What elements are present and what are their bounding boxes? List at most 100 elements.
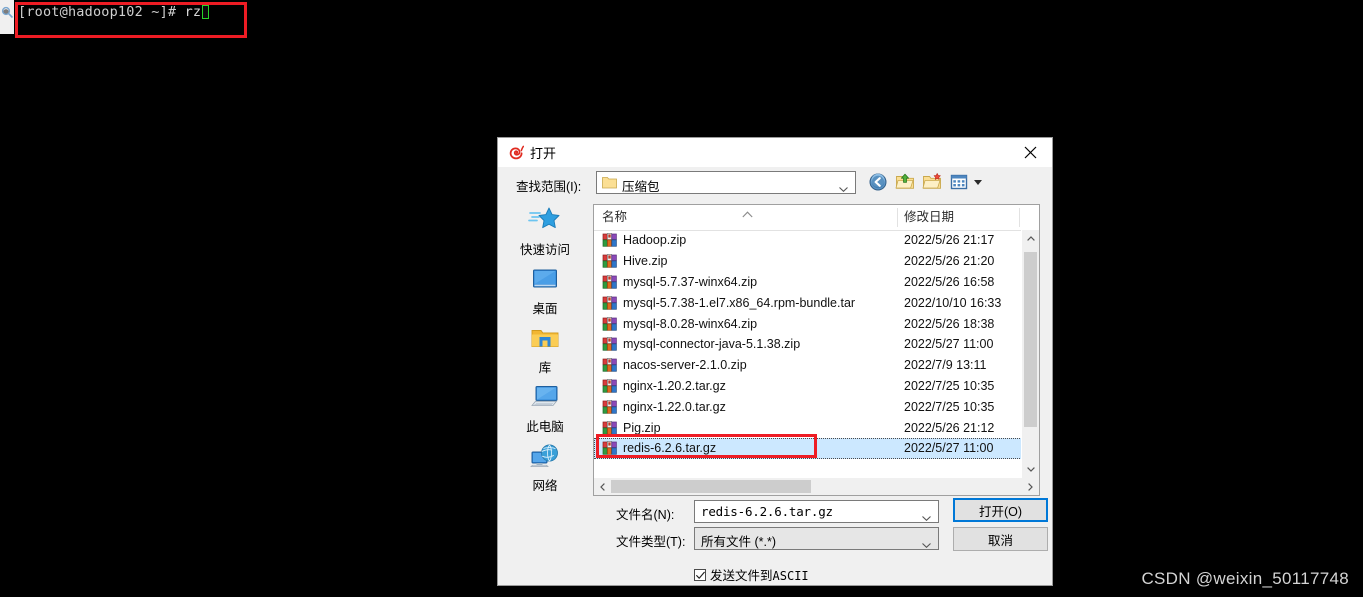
header-divider	[1019, 208, 1020, 227]
close-icon[interactable]	[1008, 138, 1052, 166]
winrar-archive-icon	[602, 399, 618, 415]
send-file-as-ascii-checkbox[interactable]: 发送文件到ASCII	[694, 565, 809, 584]
place-label: 快速访问	[519, 243, 570, 257]
new-folder-icon[interactable]	[922, 172, 942, 192]
folder-icon	[602, 176, 617, 189]
library-folder-icon	[528, 322, 562, 356]
file-row[interactable]: nginx-1.22.0.tar.gz 2022/7/25 10:35	[594, 396, 1022, 417]
cancel-button[interactable]: 取消	[953, 527, 1048, 551]
file-row[interactable]: Hadoop.zip 2022/5/26 21:17	[594, 230, 1022, 251]
dialog-toolbar	[868, 172, 982, 192]
column-header-date[interactable]: 修改日期	[904, 205, 954, 230]
column-header-name[interactable]: 名称	[602, 205, 627, 230]
file-name-cell: nacos-server-2.1.0.zip	[623, 358, 747, 373]
file-date-cell: 2022/5/26 21:17	[904, 233, 995, 248]
terminal-command-line: [root@hadoop102 ~]# rz	[18, 4, 210, 20]
file-name-cell: mysql-8.0.28-winx64.zip	[623, 316, 758, 331]
winrar-archive-icon	[602, 357, 618, 373]
scroll-right-icon[interactable]	[1022, 478, 1039, 495]
terminal-prompt: [root@hadoop102 ~]#	[18, 4, 185, 20]
look-in-label: 查找范围(I):	[516, 180, 582, 194]
header-divider	[897, 208, 898, 227]
file-row[interactable]: mysql-5.7.37-winx64.zip 2022/5/26 16:58	[594, 272, 1022, 293]
file-date-cell: 2022/7/9 13:11	[904, 358, 987, 373]
file-date-cell: 2022/5/27 11:00	[904, 337, 994, 352]
scroll-up-icon[interactable]	[1022, 230, 1039, 247]
file-name-cell: nginx-1.20.2.tar.gz	[623, 378, 726, 393]
look-in-value: 压缩包	[622, 180, 660, 194]
winrar-archive-icon	[602, 232, 618, 248]
file-name-cell: Hadoop.zip	[623, 233, 687, 248]
file-row[interactable]: nacos-server-2.1.0.zip 2022/7/9 13:11	[594, 355, 1022, 376]
open-file-dialog: 打开 查找范围(I): 压缩包 快速访问 桌面 库 此电脑 网络 名称 修改日期…	[497, 137, 1053, 586]
file-list-vertical-scrollbar[interactable]	[1021, 230, 1039, 478]
desktop-monitor-icon	[528, 263, 562, 297]
file-list-header: 名称 修改日期	[594, 205, 1039, 231]
place-label: 网络	[532, 479, 558, 493]
dialog-titlebar: 打开	[498, 138, 1052, 167]
dialog-title: 打开	[530, 146, 557, 161]
quick-access-star-icon	[528, 204, 562, 238]
vertical-scrollbar-thumb[interactable]	[1024, 252, 1037, 427]
filetype-value: 所有文件 (*.*)	[701, 535, 777, 549]
file-name-cell: nginx-1.22.0.tar.gz	[623, 399, 726, 414]
up-one-level-icon[interactable]	[895, 172, 915, 192]
file-date-cell: 2022/5/26 21:12	[904, 420, 995, 435]
winrar-archive-icon	[602, 253, 618, 269]
place-network[interactable]: 网络	[506, 440, 584, 498]
place-quick-access[interactable]: 快速访问	[506, 204, 584, 262]
winrar-archive-icon	[602, 295, 618, 311]
checkmark-icon	[696, 571, 705, 579]
filename-value: redis-6.2.6.tar.gz	[701, 504, 833, 519]
file-name-cell: mysql-5.7.38-1.el7.x86_64.rpm-bundle.tar	[623, 295, 856, 310]
winrar-archive-icon	[602, 274, 618, 290]
ascii-label-en: ASCII	[772, 569, 809, 583]
file-row[interactable]: Pig.zip 2022/5/26 21:12	[594, 417, 1022, 438]
file-date-cell: 2022/7/25 10:35	[904, 399, 995, 414]
winrar-archive-icon	[602, 440, 618, 456]
file-list[interactable]: 名称 修改日期 Hadoop.zip 2022/5/26 21:17 Hive.z…	[593, 204, 1040, 496]
filetype-select[interactable]: 所有文件 (*.*)	[694, 527, 939, 550]
winrar-archive-icon	[602, 378, 618, 394]
scroll-down-icon[interactable]	[1022, 461, 1039, 478]
file-row[interactable]: Hive.zip 2022/5/26 21:20	[594, 251, 1022, 272]
place-library[interactable]: 库	[506, 322, 584, 380]
filename-label: 文件名(N):	[616, 508, 675, 522]
filename-input[interactable]: redis-6.2.6.tar.gz	[694, 500, 939, 523]
csdn-watermark: CSDN @weixin_50117748	[1141, 569, 1349, 588]
chevron-down-icon	[839, 181, 848, 192]
file-date-cell: 2022/7/25 10:35	[904, 378, 995, 393]
file-row[interactable]: redis-6.2.6.tar.gz 2022/5/27 11:00	[594, 437, 1022, 459]
places-sidebar: 快速访问 桌面 库 此电脑 网络	[506, 204, 584, 496]
back-icon[interactable]	[868, 172, 888, 192]
views-dropdown-chevron-icon[interactable]	[974, 172, 982, 192]
file-row[interactable]: nginx-1.20.2.tar.gz 2022/7/25 10:35	[594, 376, 1022, 397]
open-button[interactable]: 打开(O)	[953, 498, 1048, 522]
look-in-combobox[interactable]: 压缩包	[596, 171, 856, 194]
file-row[interactable]: mysql-8.0.28-winx64.zip 2022/5/26 18:38	[594, 313, 1022, 334]
filetype-label: 文件类型(T):	[616, 535, 686, 549]
chevron-down-icon[interactable]	[922, 537, 931, 548]
file-date-cell: 2022/5/27 11:00	[904, 441, 994, 456]
place-label: 桌面	[532, 302, 558, 316]
file-name-cell: Hive.zip	[623, 254, 668, 269]
file-list-rows: Hadoop.zip 2022/5/26 21:17 Hive.zip 2022/5…	[594, 230, 1022, 478]
place-this-pc[interactable]: 此电脑	[506, 381, 584, 439]
this-pc-icon	[528, 381, 562, 415]
horizontal-scrollbar-thumb[interactable]	[611, 480, 811, 493]
ascii-label-cn: 发送文件到	[710, 569, 773, 583]
file-row[interactable]: mysql-5.7.38-1.el7.x86_64.rpm-bundle.tar…	[594, 292, 1022, 313]
file-list-horizontal-scrollbar[interactable]	[594, 478, 1039, 495]
scroll-left-icon[interactable]	[594, 478, 611, 495]
file-name-cell: mysql-connector-java-5.1.38.zip	[623, 337, 801, 352]
magnifier-icon	[1, 6, 14, 19]
file-date-cell: 2022/5/26 21:20	[904, 254, 995, 269]
chevron-down-icon[interactable]	[922, 510, 931, 521]
checkbox-box[interactable]	[694, 568, 706, 581]
place-desktop[interactable]: 桌面	[506, 263, 584, 321]
file-name-cell: mysql-5.7.37-winx64.zip	[623, 274, 758, 289]
look-in-row: 查找范围(I): 压缩包	[498, 167, 1052, 201]
views-icon[interactable]	[949, 172, 969, 192]
file-row[interactable]: mysql-connector-java-5.1.38.zip 2022/5/27…	[594, 334, 1022, 355]
file-date-cell: 2022/10/10 16:33	[904, 295, 1002, 310]
